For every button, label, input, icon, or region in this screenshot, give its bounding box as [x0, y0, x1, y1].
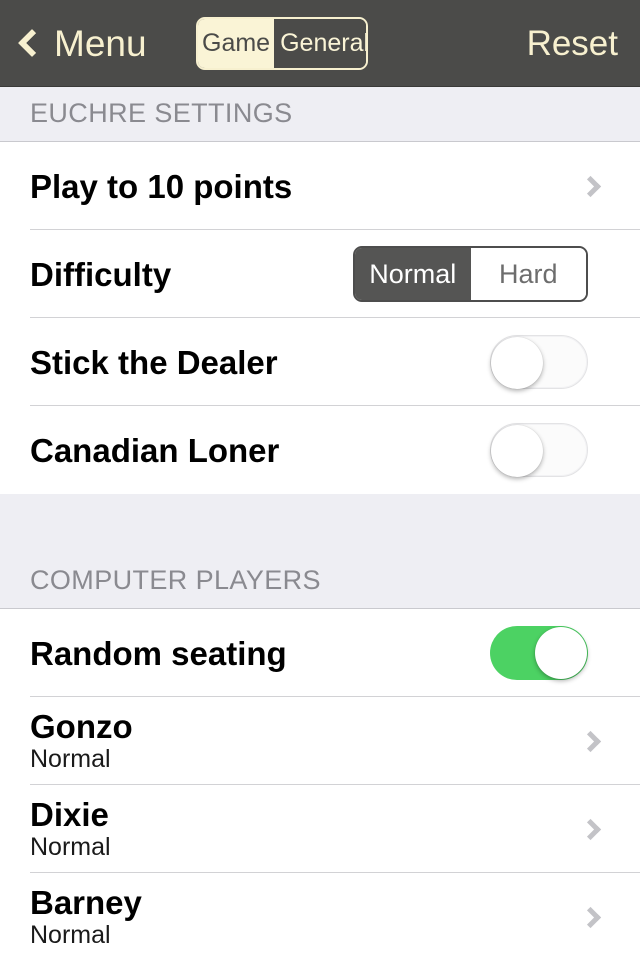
- row-stick-the-dealer-label: Stick the Dealer: [30, 343, 278, 381]
- row-difficulty-label: Difficulty: [30, 255, 172, 293]
- toggle-knob: [491, 337, 543, 389]
- reset-button[interactable]: Reset: [527, 26, 618, 61]
- player-info: Gonzo Normal: [30, 697, 133, 785]
- toggle-knob: [491, 425, 543, 477]
- player-accessory: [579, 697, 616, 785]
- reset-button-label: Reset: [526, 23, 618, 63]
- difficulty-option-normal[interactable]: Normal: [355, 248, 471, 300]
- back-button-label: Menu: [54, 22, 147, 64]
- chevron-right-icon: [579, 818, 602, 840]
- toggle-knob: [535, 627, 587, 679]
- list-item[interactable]: Gonzo Normal: [0, 697, 640, 785]
- row-random-seating-label: Random seating: [30, 634, 287, 672]
- row-play-to-points[interactable]: Play to 10 points: [0, 142, 640, 230]
- difficulty-option-normal-label: Normal: [369, 258, 457, 289]
- chevron-right-icon: [579, 730, 602, 752]
- row-spacer: [111, 785, 583, 873]
- row-spacer: [142, 873, 583, 960]
- row-random-seating[interactable]: Random seating: [0, 609, 640, 697]
- row-canadian-loner-label: Canadian Loner: [30, 431, 280, 469]
- canadian-loner-toggle[interactable]: [490, 423, 588, 477]
- stick-the-dealer-toggle[interactable]: [490, 335, 588, 389]
- tab-game-label: Game: [202, 29, 271, 57]
- player-accessory: [579, 785, 616, 873]
- player-info: Barney Normal: [30, 873, 142, 960]
- row-spacer: [133, 697, 583, 785]
- difficulty-option-hard[interactable]: Hard: [470, 248, 586, 300]
- player-name: Barney: [30, 884, 142, 921]
- random-seating-toggle[interactable]: [490, 626, 588, 680]
- row-difficulty[interactable]: Difficulty Normal Hard: [0, 230, 640, 318]
- chevron-right-icon: [579, 906, 602, 928]
- chevron-right-icon: [579, 175, 602, 197]
- section-tab-switcher[interactable]: Game General: [196, 17, 368, 70]
- difficulty-segmented-control[interactable]: Normal Hard: [353, 246, 588, 302]
- player-accessory: [579, 873, 616, 960]
- row-canadian-loner[interactable]: Canadian Loner: [0, 406, 640, 494]
- tab-general-label: General: [280, 29, 368, 57]
- player-difficulty: Normal: [30, 921, 111, 949]
- section-header-computer-players: COMPUTER PLAYERS: [0, 494, 640, 609]
- list-item[interactable]: Dixie Normal: [0, 785, 640, 873]
- row-play-to-points-label: Play to 10 points: [30, 167, 293, 205]
- tab-game[interactable]: Game: [198, 19, 275, 68]
- player-info: Dixie Normal: [30, 785, 111, 873]
- player-difficulty: Normal: [30, 833, 111, 861]
- section-header-euchre-settings: EUCHRE SETTINGS: [0, 86, 640, 142]
- section-header-label: COMPUTER PLAYERS: [30, 565, 321, 595]
- player-name: Dixie: [30, 796, 109, 833]
- row-stick-the-dealer[interactable]: Stick the Dealer: [0, 318, 640, 406]
- difficulty-option-hard-label: Hard: [498, 258, 558, 289]
- player-difficulty: Normal: [30, 745, 111, 773]
- settings-screen: Menu Game General Reset EUCHRE SETTINGS …: [0, 0, 640, 960]
- back-to-menu-button[interactable]: Menu: [17, 22, 147, 64]
- chevron-left-icon: [17, 28, 47, 58]
- tab-general[interactable]: General: [274, 19, 368, 68]
- list-item[interactable]: Barney Normal: [0, 873, 640, 960]
- player-name: Gonzo: [30, 708, 133, 745]
- navigation-bar: Menu Game General Reset: [0, 0, 640, 86]
- section-header-label: EUCHRE SETTINGS: [30, 98, 293, 128]
